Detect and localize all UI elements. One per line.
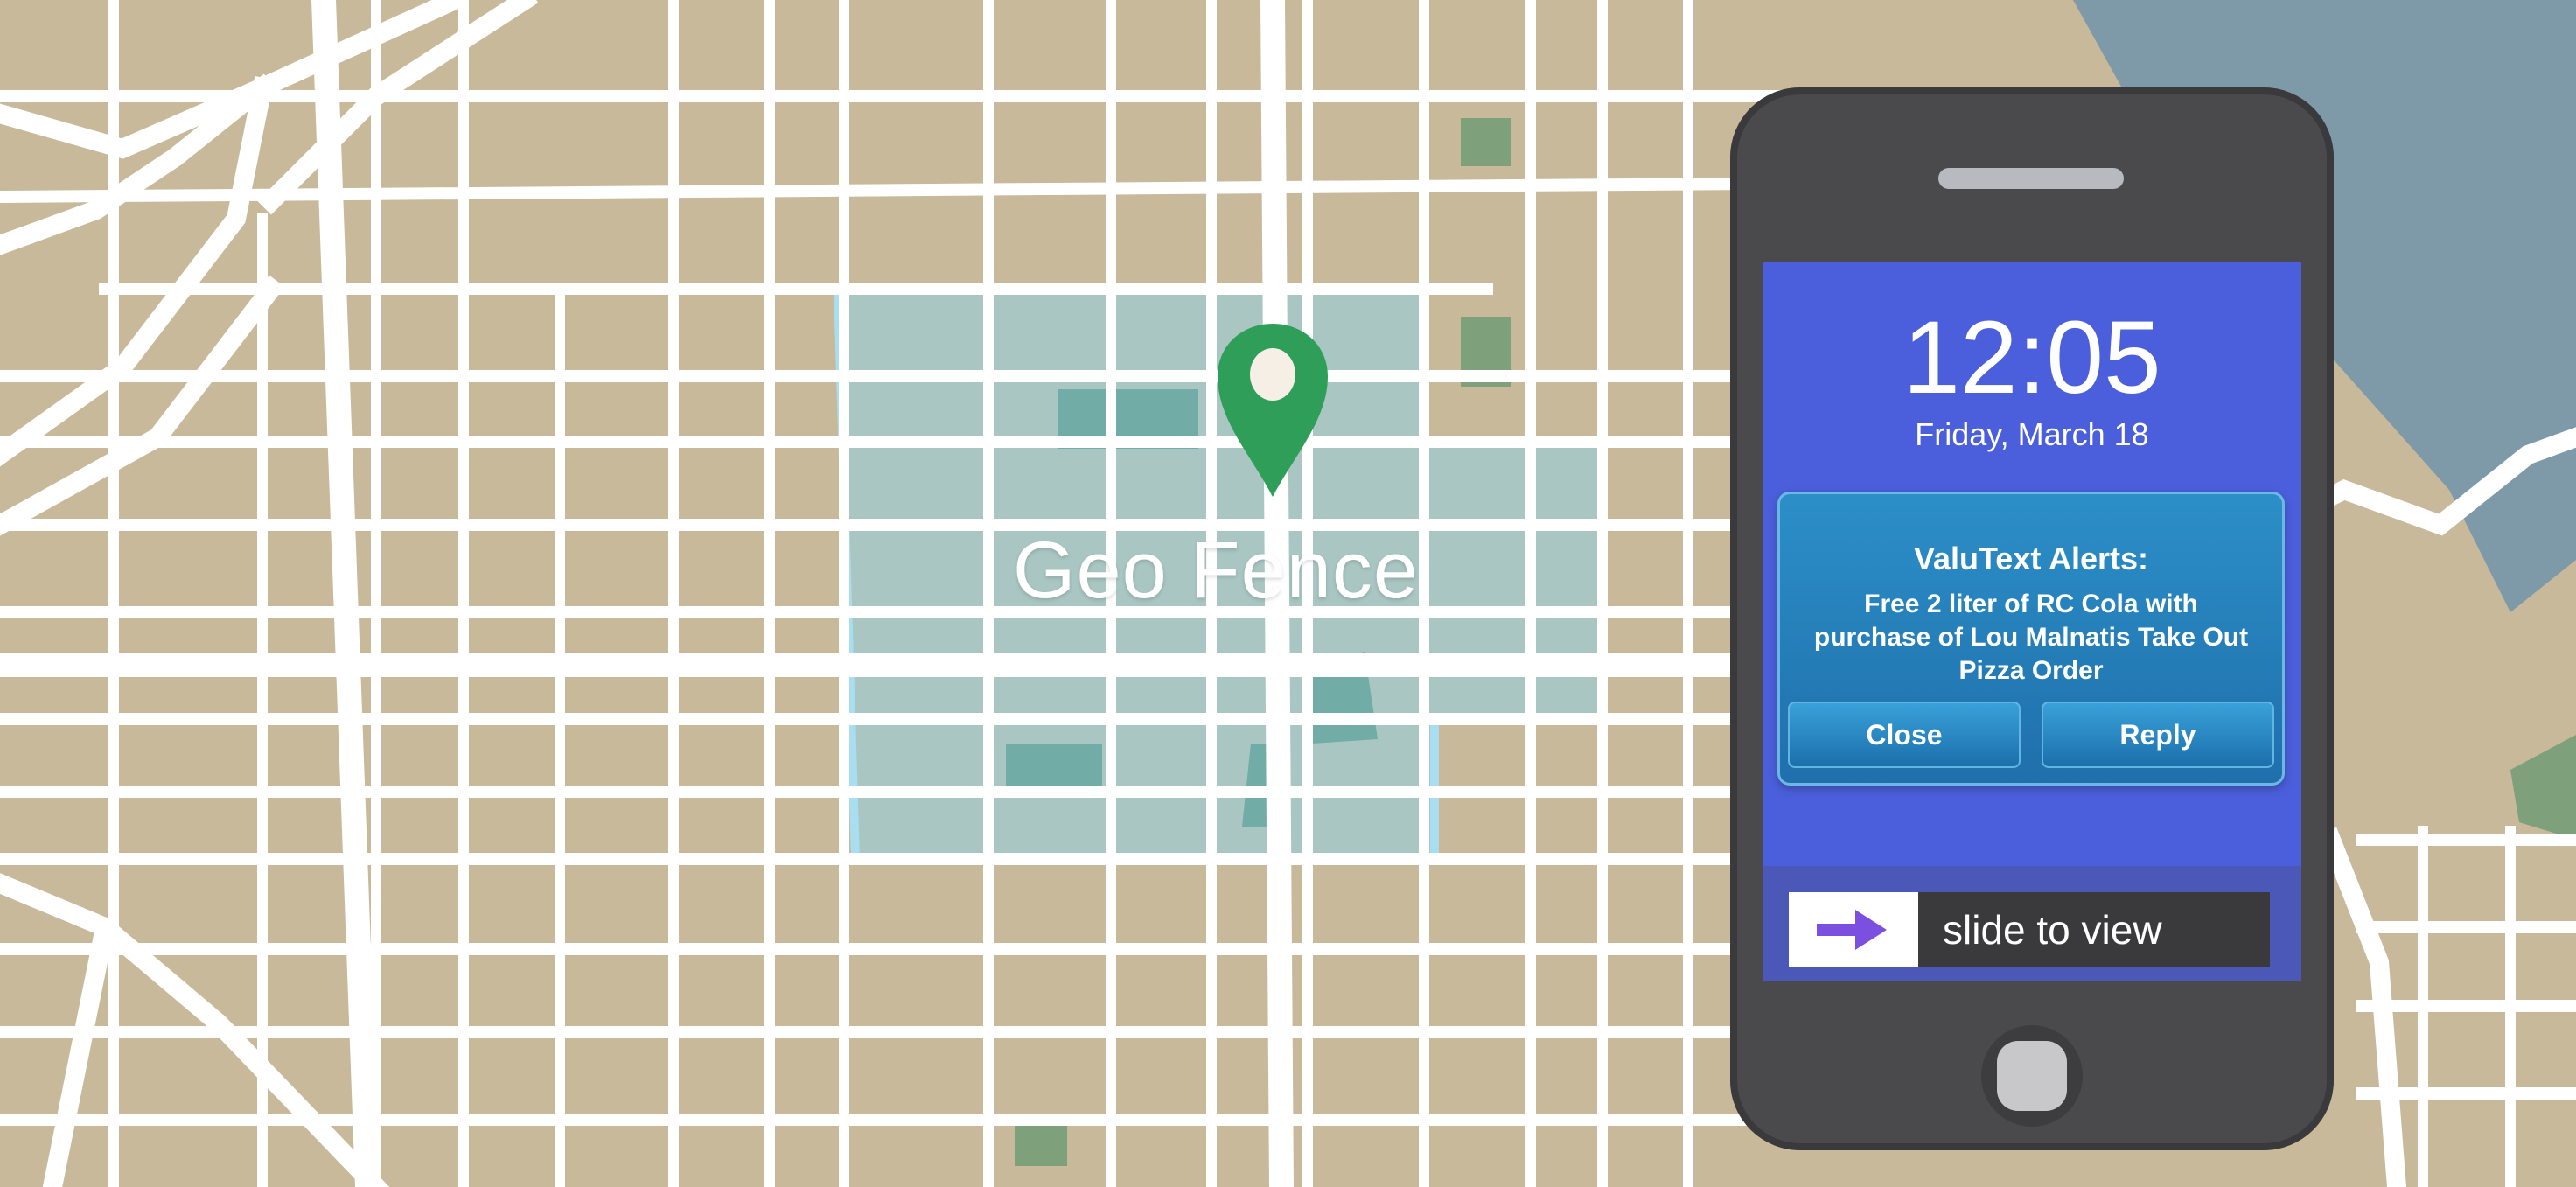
home-button[interactable] xyxy=(1981,1025,2083,1127)
notification-alert: ValuText Alerts: Free 2 liter of RC Cola… xyxy=(1777,492,2285,786)
lock-screen-time: 12:05 xyxy=(1902,300,2161,415)
home-button-face xyxy=(1997,1041,2067,1111)
slider-knob[interactable] xyxy=(1789,892,1918,967)
phone-speaker xyxy=(1938,168,2124,189)
alert-message: Free 2 liter of RC Cola with purchase of… xyxy=(1813,590,2249,685)
slide-to-view-slider[interactable]: slide to view xyxy=(1789,892,2270,967)
smartphone: 12:05 Friday, March 18 ValuText Alerts: … xyxy=(1730,87,2334,1150)
lock-screen: 12:05 Friday, March 18 ValuText Alerts: … xyxy=(1763,262,2301,981)
alert-close-button[interactable]: Close xyxy=(1788,702,2021,768)
slide-to-view-bar: slide to view xyxy=(1763,866,2301,981)
arrow-right-icon xyxy=(1817,910,1887,950)
alert-title: ValuText Alerts: xyxy=(1913,541,2149,576)
lock-screen-date: Friday, March 18 xyxy=(1915,416,2149,452)
slide-to-view-label: slide to view xyxy=(1943,907,2162,953)
geo-fence-label: Geo Fence xyxy=(1012,526,1420,615)
alert-reply-button[interactable]: Reply xyxy=(2042,702,2274,768)
